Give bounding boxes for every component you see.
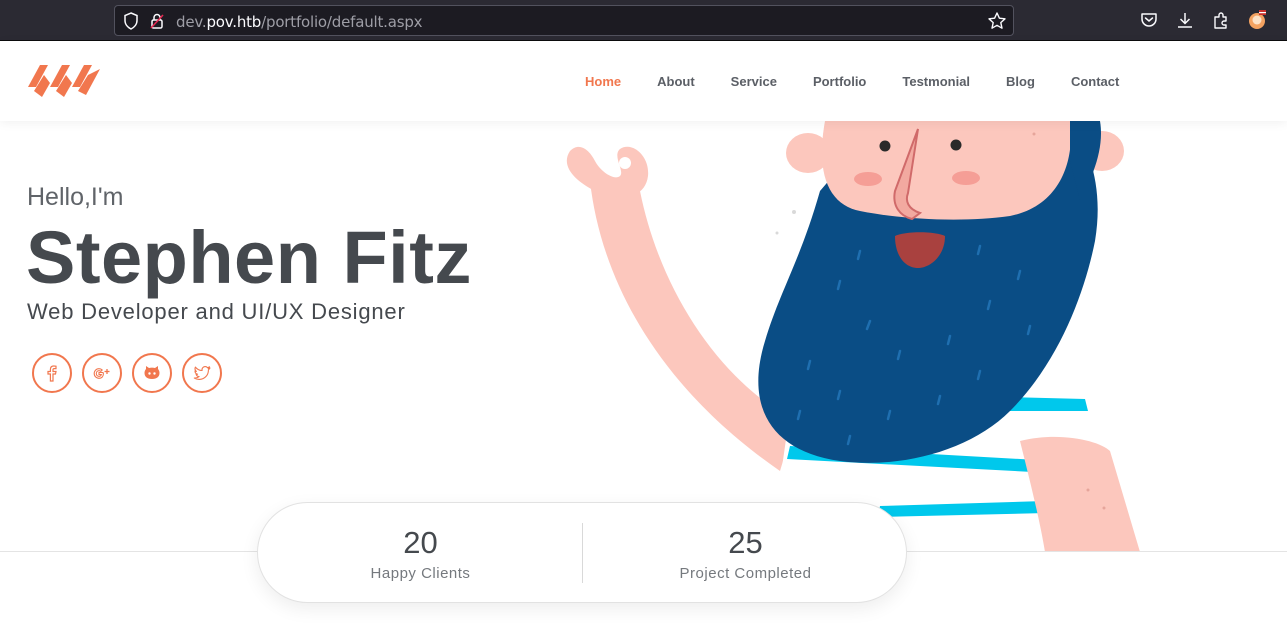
github-icon: [144, 366, 160, 379]
bearded-man-illustration: [566, 121, 1140, 551]
tracking-protection-icon[interactable]: [123, 12, 139, 30]
twitter-icon: [193, 366, 211, 380]
main-nav: Home About Service Portfolio Testmonial …: [567, 41, 1137, 121]
nav-testimonial[interactable]: Testmonial: [884, 74, 988, 89]
site-logo[interactable]: [26, 61, 104, 103]
nav-about[interactable]: About: [639, 74, 713, 89]
bookmark-star-icon[interactable]: [987, 11, 1007, 31]
profile-avatar-icon[interactable]: [1247, 10, 1267, 30]
hero-greeting: Hello,I'm: [27, 183, 124, 211]
url-text[interactable]: dev.pov.htb/portfolio/default.aspx: [176, 13, 423, 31]
hero-role: Web Developer and UI/UX Designer: [27, 299, 406, 324]
nav-blog[interactable]: Blog: [988, 74, 1053, 89]
facebook-icon: [47, 365, 57, 382]
stat-happy-clients: 20 Happy Clients: [258, 503, 583, 604]
site-header: Home About Service Portfolio Testmonial …: [0, 41, 1287, 121]
nav-service[interactable]: Service: [713, 74, 795, 89]
github-link[interactable]: [132, 353, 172, 393]
downloads-icon[interactable]: [1175, 10, 1195, 30]
stats-card: 20 Happy Clients 25 Project Completed: [257, 502, 907, 603]
pocket-icon[interactable]: [1139, 10, 1159, 30]
google-plus-icon: [93, 368, 110, 379]
nav-contact[interactable]: Contact: [1053, 74, 1137, 89]
nav-home[interactable]: Home: [567, 74, 639, 89]
stat-value: 25: [728, 525, 763, 560]
browser-toolbar: dev.pov.htb/portfolio/default.aspx: [0, 0, 1287, 41]
url-prefix: dev.: [176, 13, 207, 31]
nav-portfolio[interactable]: Portfolio: [795, 74, 884, 89]
social-links: [32, 353, 232, 393]
twitter-link[interactable]: [182, 353, 222, 393]
url-path: /portfolio/default.aspx: [261, 13, 423, 31]
hero-name: Stephen Fitz: [26, 216, 472, 299]
extensions-icon[interactable]: [1211, 10, 1231, 30]
facebook-link[interactable]: [32, 353, 72, 393]
stat-value: 20: [403, 525, 438, 560]
stat-label: Happy Clients: [370, 565, 471, 582]
google-plus-link[interactable]: [82, 353, 122, 393]
address-bar[interactable]: dev.pov.htb/portfolio/default.aspx: [114, 5, 1014, 36]
hero-section: Hello,I'm Stephen Fitz Web Developer and…: [0, 121, 1287, 552]
stat-label: Project Completed: [679, 565, 812, 582]
insecure-lock-icon[interactable]: [149, 12, 165, 30]
stat-projects-completed: 25 Project Completed: [583, 503, 908, 604]
url-host: pov.htb: [206, 13, 262, 31]
